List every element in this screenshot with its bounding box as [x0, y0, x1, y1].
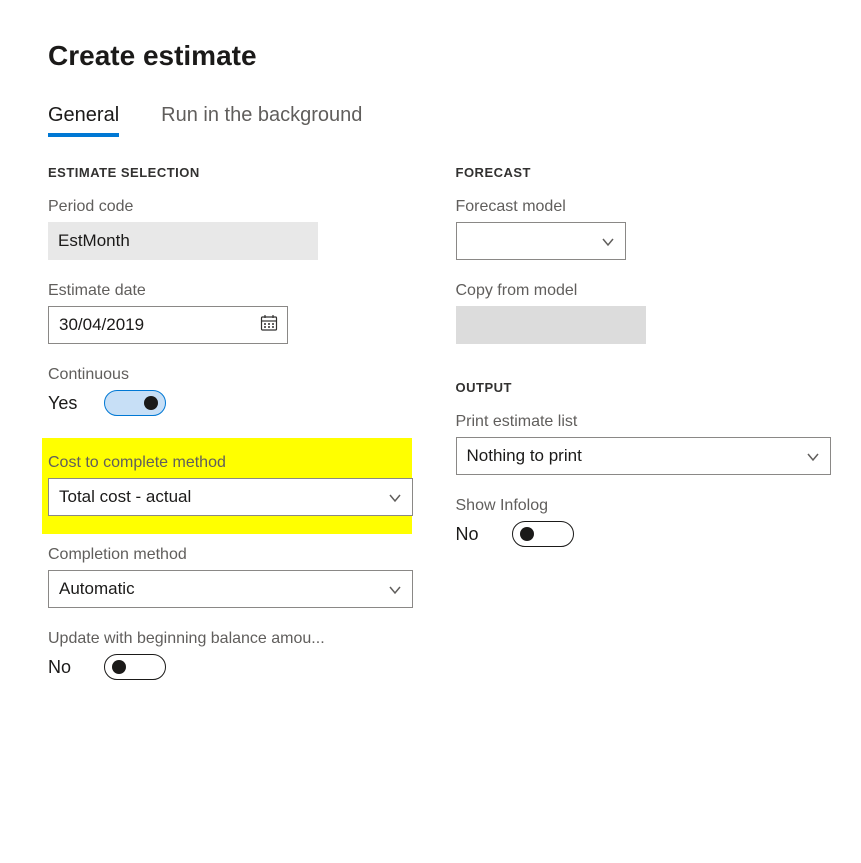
completion-method-value: Automatic	[59, 579, 135, 599]
show-infolog-state: No	[456, 524, 492, 545]
update-balance-toggle[interactable]	[104, 654, 166, 680]
completion-method-select[interactable]: Automatic	[48, 570, 413, 608]
section-forecast: FORECAST	[456, 165, 814, 180]
section-output: OUTPUT	[456, 380, 814, 395]
forecast-model-label: Forecast model	[456, 198, 814, 216]
right-column: FORECAST Forecast model Copy from model …	[456, 165, 814, 702]
chevron-down-icon	[806, 449, 820, 463]
tabs: General Run in the background	[48, 104, 813, 137]
chevron-down-icon	[388, 582, 402, 596]
estimate-date-label: Estimate date	[48, 282, 406, 300]
left-column: ESTIMATE SELECTION Period code EstMonth …	[48, 165, 406, 702]
cost-method-label: Cost to complete method	[48, 454, 406, 472]
cost-method-value: Total cost - actual	[59, 487, 191, 507]
show-infolog-label: Show Infolog	[456, 497, 814, 515]
chevron-down-icon	[388, 490, 402, 504]
section-estimate-selection: ESTIMATE SELECTION	[48, 165, 406, 180]
copy-from-model-label: Copy from model	[456, 282, 814, 300]
calendar-icon[interactable]	[259, 313, 279, 338]
period-code-input[interactable]: EstMonth	[48, 222, 318, 260]
print-list-label: Print estimate list	[456, 413, 814, 431]
print-list-value: Nothing to print	[467, 446, 582, 466]
continuous-state: Yes	[48, 393, 84, 414]
tab-general[interactable]: General	[48, 104, 119, 137]
estimate-date-input[interactable]: 30/04/2019	[48, 306, 288, 344]
period-code-value: EstMonth	[58, 231, 130, 251]
estimate-date-value: 30/04/2019	[59, 315, 144, 335]
show-infolog-toggle[interactable]	[512, 521, 574, 547]
cost-method-select[interactable]: Total cost - actual	[48, 478, 413, 516]
print-list-select[interactable]: Nothing to print	[456, 437, 831, 475]
period-code-label: Period code	[48, 198, 406, 216]
forecast-model-select[interactable]	[456, 222, 626, 260]
copy-from-model-input	[456, 306, 646, 344]
update-balance-state: No	[48, 657, 84, 678]
tab-run-background[interactable]: Run in the background	[161, 104, 362, 137]
continuous-label: Continuous	[48, 366, 406, 384]
update-balance-label: Update with beginning balance amou...	[48, 630, 406, 648]
completion-method-label: Completion method	[48, 546, 406, 564]
chevron-down-icon	[601, 234, 615, 248]
cost-method-highlight: Cost to complete method Total cost - act…	[42, 438, 412, 534]
page-title: Create estimate	[48, 40, 813, 72]
continuous-toggle[interactable]	[104, 390, 166, 416]
